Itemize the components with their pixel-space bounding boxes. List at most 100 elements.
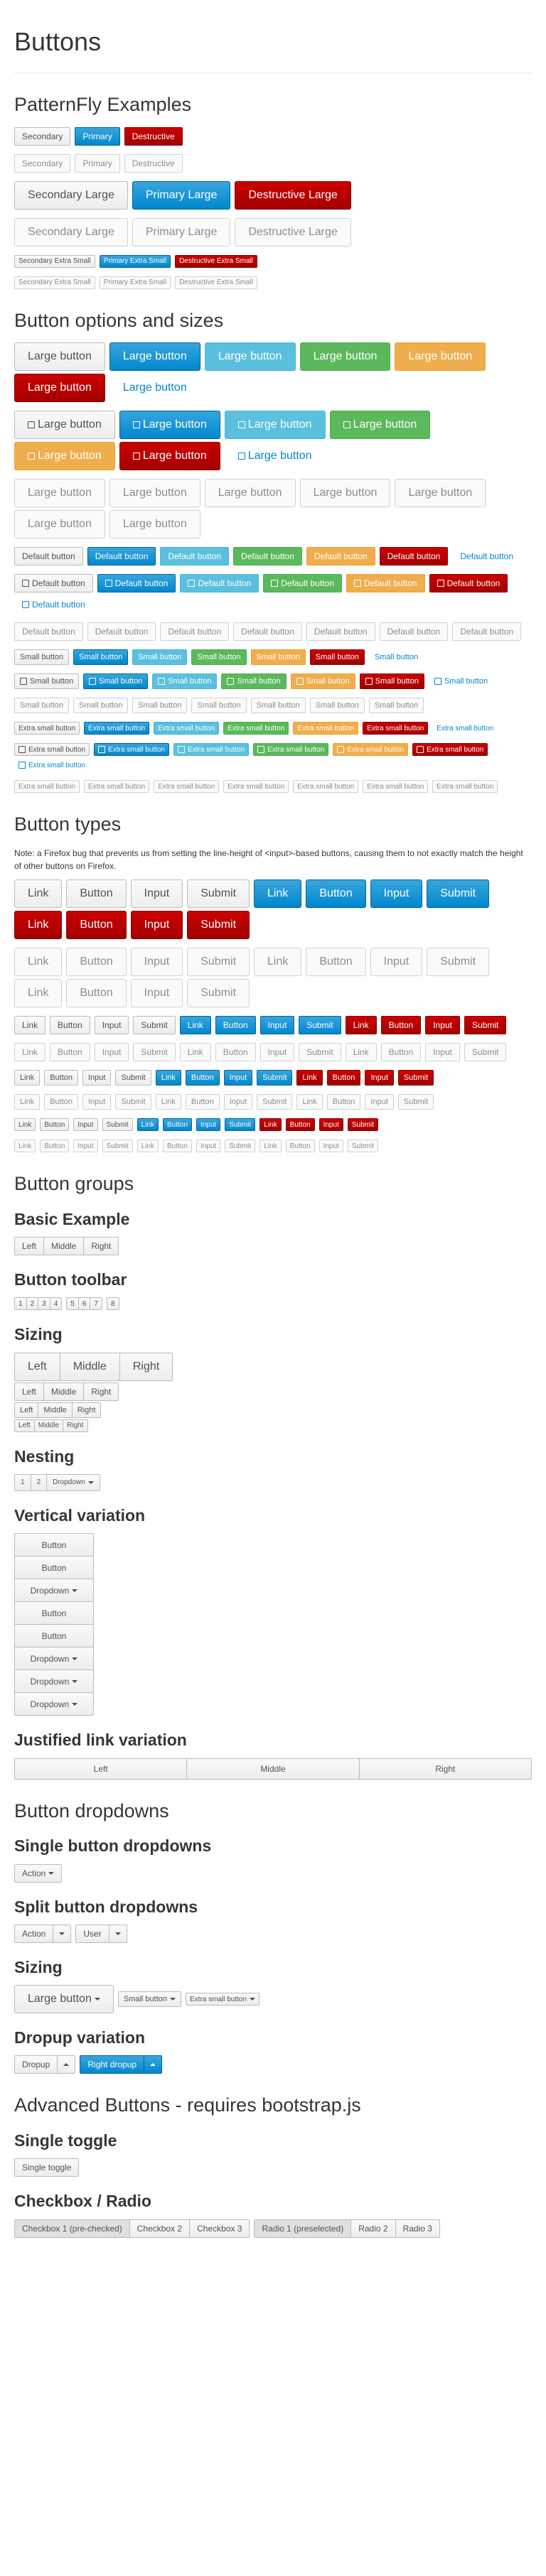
xs-disabled-2[interactable]: Extra small button xyxy=(84,780,150,794)
type-button-large-primary[interactable]: Button xyxy=(306,880,366,909)
type-button-small-dis-2[interactable]: Button xyxy=(185,1094,220,1110)
type-input-large[interactable]: Input xyxy=(130,880,183,909)
vertical-dropdown-4[interactable]: Dropdown xyxy=(14,1692,94,1716)
small-default-button[interactable]: Small button xyxy=(14,649,70,666)
small-primary-button[interactable]: Small button xyxy=(73,649,129,666)
default-disabled-5[interactable]: Default button xyxy=(306,622,375,642)
secondary-xs-button[interactable]: Secondary Extra Small xyxy=(14,254,95,268)
primary-button[interactable]: Primary xyxy=(75,126,120,146)
nesting-button-2[interactable]: 2 xyxy=(30,1473,48,1491)
type-link-default-danger[interactable]: Link xyxy=(345,1016,377,1035)
group-default-right[interactable]: Right xyxy=(83,1382,119,1401)
type-link-small-dis-2[interactable]: Link xyxy=(155,1094,181,1110)
xs-link-button[interactable]: Extra small button xyxy=(432,722,498,735)
large-link-button[interactable]: Large button xyxy=(109,374,200,402)
type-button-xs[interactable]: Button xyxy=(40,1118,70,1132)
large-dropdown[interactable]: Large button xyxy=(14,1985,114,2014)
type-button-large-dis-3[interactable]: Button xyxy=(66,979,127,1008)
type-link-xs-danger[interactable]: Link xyxy=(259,1118,282,1132)
destructive-large-button[interactable]: Destructive Large xyxy=(235,180,351,210)
xs-link-icon-button[interactable]: Extra small button xyxy=(14,759,90,772)
type-submit-default-dis-3[interactable]: Submit xyxy=(464,1043,507,1062)
large-warning-icon-button[interactable]: Large button xyxy=(14,442,115,471)
large-info-icon-button[interactable]: Large button xyxy=(224,411,326,440)
xs-primary-button[interactable]: Extra small button xyxy=(84,722,150,735)
vertical-dropdown-3[interactable]: Dropdown xyxy=(14,1669,94,1694)
type-input-large-primary[interactable]: Input xyxy=(370,880,423,909)
toolbar-button-3[interactable]: 3 xyxy=(38,1297,50,1311)
type-link-small-dis-3[interactable]: Link xyxy=(296,1094,323,1110)
default-disabled-6[interactable]: Default button xyxy=(379,622,449,642)
default-link-icon-button[interactable]: Default button xyxy=(14,595,93,614)
type-link-default-dis-2[interactable]: Link xyxy=(179,1043,211,1062)
large-disabled-2[interactable]: Large button xyxy=(109,479,200,508)
type-input-small-danger[interactable]: Input xyxy=(365,1070,394,1086)
large-link-icon-button[interactable]: Large button xyxy=(225,442,326,470)
group-large-right[interactable]: Right xyxy=(119,1352,173,1381)
toolbar-button-8[interactable]: 8 xyxy=(106,1297,119,1311)
type-button-xs-danger[interactable]: Button xyxy=(285,1118,315,1132)
destructive-xs-disabled[interactable]: Destructive Extra Small xyxy=(175,276,257,289)
small-disabled-6[interactable]: Small button xyxy=(309,698,365,714)
group-small-left[interactable]: Left xyxy=(14,1402,39,1418)
type-submit-xs-danger[interactable]: Submit xyxy=(347,1118,378,1132)
type-button-default-primary[interactable]: Button xyxy=(215,1016,256,1035)
group-small-right[interactable]: Right xyxy=(71,1402,102,1418)
large-warning-button[interactable]: Large button xyxy=(395,342,486,372)
xs-info-icon-button[interactable]: Extra small button xyxy=(173,743,250,757)
group-xs-left[interactable]: Left xyxy=(14,1419,35,1432)
type-link-large[interactable]: Link xyxy=(14,880,63,909)
group-large-left[interactable]: Left xyxy=(14,1352,60,1381)
xs-warning-button[interactable]: Extra small button xyxy=(293,722,359,735)
group-large-middle[interactable]: Middle xyxy=(59,1352,120,1381)
large-disabled-4[interactable]: Large button xyxy=(299,479,391,508)
default-info-button[interactable]: Default button xyxy=(160,547,230,566)
type-link-default-primary[interactable]: Link xyxy=(179,1016,211,1035)
group-default-left[interactable]: Left xyxy=(14,1382,45,1401)
split-action-button[interactable]: Action xyxy=(14,1924,54,1943)
type-submit-default-dis-2[interactable]: Submit xyxy=(299,1043,341,1062)
default-disabled-7[interactable]: Default button xyxy=(452,622,522,642)
type-button-default-dis-2[interactable]: Button xyxy=(215,1043,256,1062)
small-success-icon-button[interactable]: Small button xyxy=(221,673,287,690)
large-info-button[interactable]: Large button xyxy=(204,342,296,372)
dropup-toggle[interactable] xyxy=(57,2055,76,2074)
xs-dropdown[interactable]: Extra small button xyxy=(186,1993,260,2006)
xs-danger-icon-button[interactable]: Extra small button xyxy=(412,743,488,757)
small-primary-icon-button[interactable]: Small button xyxy=(83,673,149,690)
small-success-button[interactable]: Small button xyxy=(191,649,247,666)
xs-default-icon-button[interactable]: Extra small button xyxy=(14,743,90,757)
type-input-small-dis-1[interactable]: Input xyxy=(82,1094,112,1110)
group-xs-right[interactable]: Right xyxy=(63,1419,88,1432)
xs-info-button[interactable]: Extra small button xyxy=(154,722,220,735)
default-success-button[interactable]: Default button xyxy=(233,547,302,566)
type-input-xs-dis-1[interactable]: Input xyxy=(73,1140,98,1153)
small-disabled-5[interactable]: Small button xyxy=(250,698,306,714)
small-disabled-7[interactable]: Small button xyxy=(368,698,424,714)
type-submit-xs[interactable]: Submit xyxy=(102,1118,133,1132)
vertical-button-4[interactable]: Button xyxy=(14,1624,94,1648)
secondary-button-disabled[interactable]: Secondary xyxy=(14,153,71,173)
default-danger-icon-button[interactable]: Default button xyxy=(429,574,508,593)
type-link-default-dis-3[interactable]: Link xyxy=(345,1043,377,1062)
large-danger-icon-button[interactable]: Large button xyxy=(119,442,220,471)
type-submit-xs-dis-3[interactable]: Submit xyxy=(347,1140,378,1153)
justified-left[interactable]: Left xyxy=(14,1758,188,1780)
small-link-icon-button[interactable]: Small button xyxy=(429,673,493,689)
xs-disabled-5[interactable]: Extra small button xyxy=(293,780,359,794)
default-disabled-3[interactable]: Default button xyxy=(160,622,230,642)
small-warning-icon-button[interactable]: Small button xyxy=(290,673,355,690)
primary-large-disabled[interactable]: Primary Large xyxy=(132,217,231,247)
large-disabled-3[interactable]: Large button xyxy=(204,479,296,508)
destructive-button[interactable]: Destructive xyxy=(124,126,183,146)
type-link-xs-dis-3[interactable]: Link xyxy=(259,1140,282,1153)
default-info-icon-button[interactable]: Default button xyxy=(180,574,259,593)
type-button-default-danger[interactable]: Button xyxy=(380,1016,422,1035)
right-dropup-button[interactable]: Right dropup xyxy=(80,2055,145,2074)
type-input-large-dis-3[interactable]: Input xyxy=(130,979,183,1008)
type-submit-small-dis-1[interactable]: Submit xyxy=(115,1094,151,1110)
type-button-small-dis-1[interactable]: Button xyxy=(44,1094,78,1110)
type-input-default-dis-2[interactable]: Input xyxy=(259,1043,295,1062)
type-submit-small-danger[interactable]: Submit xyxy=(397,1070,434,1086)
xs-primary-icon-button[interactable]: Extra small button xyxy=(94,743,170,757)
